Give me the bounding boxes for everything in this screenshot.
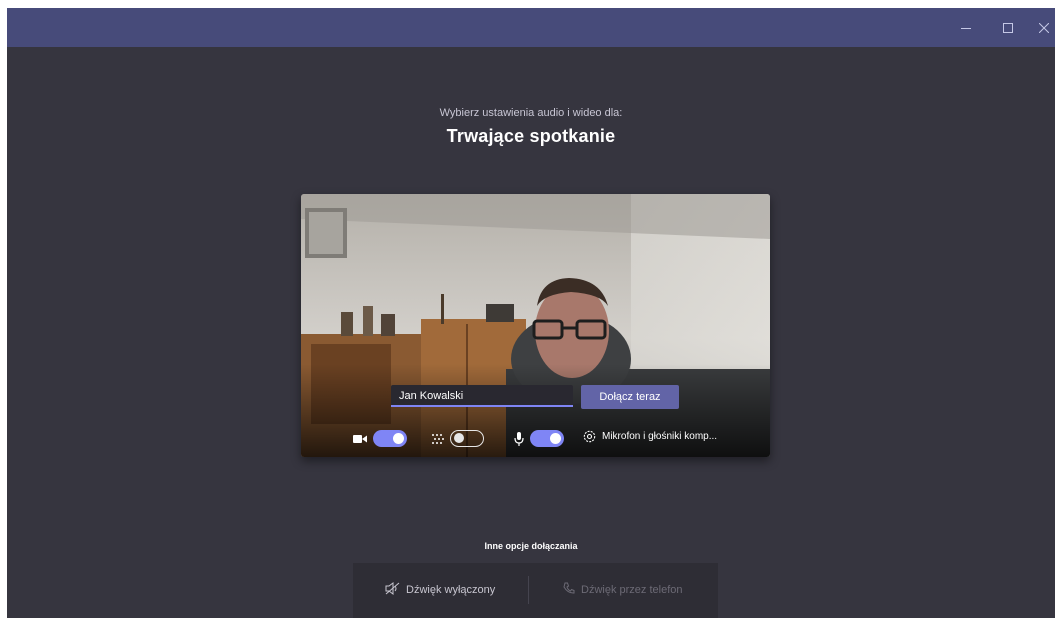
meeting-subtitle: Wybierz ustawienia audio i wideo dla: — [439, 107, 623, 119]
audio-off-option[interactable]: Dźwięk wyłączony — [385, 582, 495, 598]
minimize-icon — [961, 27, 971, 29]
camera-icon — [353, 434, 367, 444]
phone-audio-option[interactable]: Dźwięk przez telefon — [563, 582, 683, 597]
other-join-options-heading: Inne opcje dołączania — [484, 541, 578, 551]
audio-off-label: Dźwięk wyłączony — [406, 584, 496, 596]
display-name-input[interactable] — [391, 385, 573, 407]
phone-audio-label: Dźwięk przez telefon — [581, 583, 683, 596]
minimize-button[interactable] — [948, 8, 984, 47]
phone-icon — [563, 582, 575, 597]
device-settings[interactable]: Mikrofon i głośniki komp... — [583, 430, 717, 443]
background-blur-toggle[interactable] — [450, 430, 484, 447]
meeting-title: Trwające spotkanie — [446, 126, 616, 146]
microphone-toggle[interactable] — [530, 430, 564, 447]
options-divider — [528, 576, 529, 604]
microphone-control — [514, 430, 564, 447]
gear-icon — [583, 430, 596, 443]
background-blur-icon — [431, 433, 444, 445]
maximize-icon — [1003, 22, 1013, 33]
other-join-options: Dźwięk wyłączony Dźwięk przez telefon — [353, 563, 718, 618]
close-icon — [1039, 22, 1049, 33]
video-preview: Dołącz teraz — [301, 194, 770, 457]
join-now-button[interactable]: Dołącz teraz — [581, 385, 679, 409]
speaker-off-icon — [385, 582, 400, 598]
device-label: Mikrofon i głośniki komp... — [602, 431, 718, 442]
camera-toggle[interactable] — [373, 430, 407, 447]
microphone-icon — [514, 431, 524, 446]
camera-feed-image — [301, 194, 770, 457]
close-button[interactable] — [1026, 8, 1055, 47]
background-blur-control — [431, 430, 484, 447]
title-bar — [7, 8, 1055, 47]
camera-control — [353, 430, 407, 447]
teams-prejoin-window: Wybierz ustawienia audio i wideo dla: Tr… — [7, 8, 1055, 618]
maximize-button[interactable] — [990, 8, 1026, 47]
